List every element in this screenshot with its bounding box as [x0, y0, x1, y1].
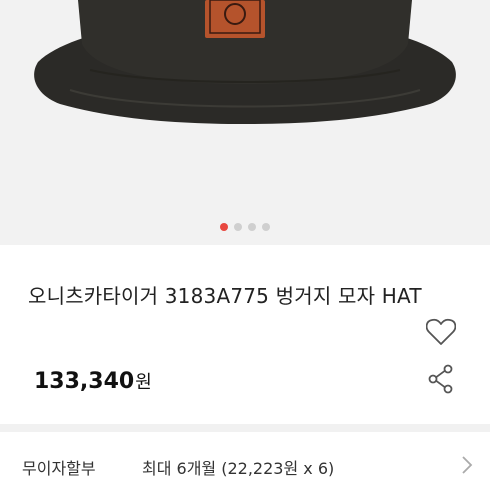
- installment-row[interactable]: 무이자할부 최대 6개월 (22,223원 x 6): [0, 440, 490, 490]
- bucket-hat-image: [34, 0, 456, 124]
- price-value: 133,340: [34, 369, 135, 394]
- chevron-right-icon: [462, 456, 473, 474]
- carousel-dot[interactable]: [220, 223, 228, 231]
- installment-value: 최대 6개월 (22,223원 x 6): [142, 459, 335, 478]
- product-title: 오니츠카타이거 3183A775 벙거지 모자 HAT: [28, 284, 422, 308]
- price-currency: 원: [135, 372, 152, 393]
- section-divider: [0, 424, 490, 432]
- share-icon: [428, 364, 453, 394]
- installment-label: 무이자할부: [22, 459, 96, 478]
- carousel-dots: [0, 223, 490, 231]
- share-button[interactable]: [424, 362, 458, 396]
- product-price: 133,340원: [34, 368, 152, 394]
- heart-outline-icon: [426, 318, 456, 345]
- carousel-dot[interactable]: [262, 223, 270, 231]
- carousel-dot[interactable]: [234, 223, 242, 231]
- wishlist-button[interactable]: [424, 315, 458, 349]
- carousel-dot[interactable]: [248, 223, 256, 231]
- product-image-carousel[interactable]: [0, 0, 490, 245]
